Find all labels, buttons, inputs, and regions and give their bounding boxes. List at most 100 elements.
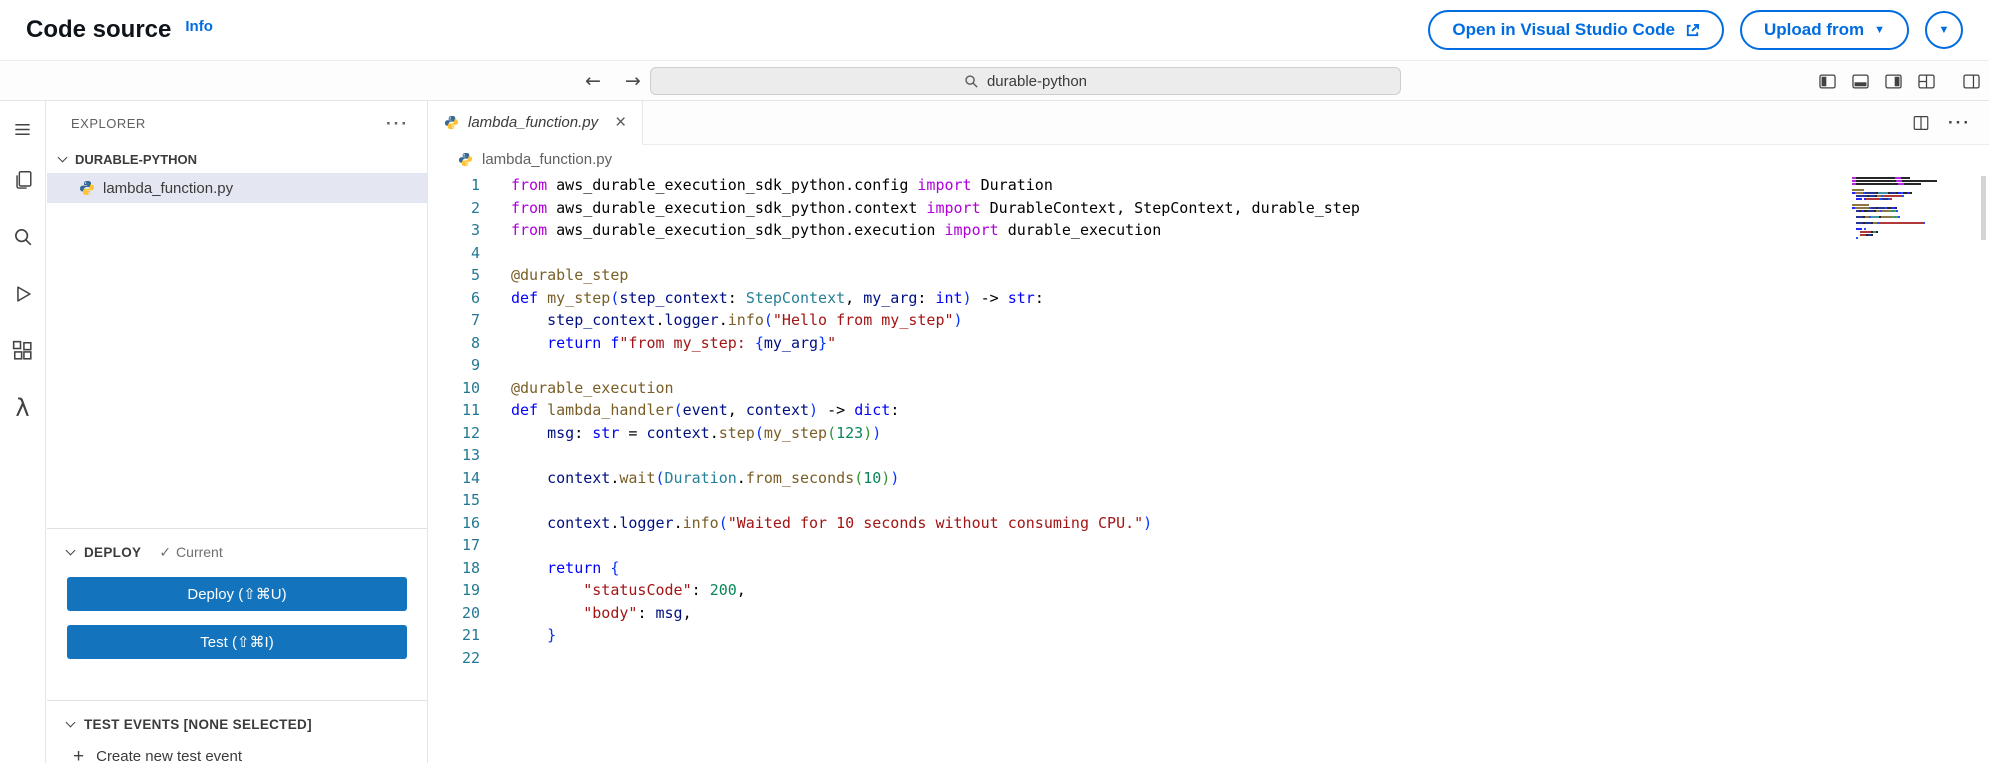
create-test-event-label: Create new test event bbox=[96, 748, 243, 765]
python-file-icon bbox=[458, 152, 473, 167]
test-events-label: TEST EVENTS [NONE SELECTED] bbox=[84, 716, 312, 732]
tab-lambda-function-py[interactable]: lambda_function.py × bbox=[428, 101, 644, 145]
run-debug-icon[interactable] bbox=[0, 265, 46, 322]
line-number: 7 bbox=[470, 311, 480, 329]
code-line[interactable]: 2 from aws_durable_execution_sdk_python.c… bbox=[428, 197, 1869, 220]
explorer-header: EXPLORER ··· bbox=[47, 101, 427, 145]
line-number: 11 bbox=[461, 401, 480, 419]
customize-layout-icon[interactable] bbox=[1917, 72, 1936, 91]
code-line[interactable]: 7 step_context.logger.info("Hello from m… bbox=[428, 309, 1869, 332]
forward-arrow-icon[interactable]: → bbox=[625, 70, 641, 92]
test-button[interactable]: Test (⇧⌘I) bbox=[67, 625, 407, 659]
code-line[interactable]: 10 @durable_execution bbox=[428, 377, 1869, 400]
chevron-down-icon bbox=[57, 152, 68, 162]
line-number: 18 bbox=[461, 558, 480, 577]
info-link[interactable]: Info bbox=[185, 18, 213, 35]
code-line[interactable]: 11 def lambda_handler(event, context) -> … bbox=[428, 399, 1869, 422]
code-line[interactable]: 9 bbox=[428, 354, 1869, 377]
tab-title: lambda_function.py bbox=[468, 114, 599, 131]
code-line[interactable]: 20 "body": msg, bbox=[428, 602, 1869, 625]
explorer-icon[interactable] bbox=[0, 151, 46, 208]
search-icon bbox=[964, 74, 979, 89]
line-number: 15 bbox=[461, 491, 480, 509]
search-icon[interactable] bbox=[0, 208, 46, 265]
line-number: 10 bbox=[461, 378, 480, 397]
workbench: λ EXPLORER ··· DURABLE-PYTHON lambda_fun… bbox=[0, 100, 1989, 766]
activity-bar: λ bbox=[0, 101, 46, 763]
line-number: 3 bbox=[470, 221, 480, 239]
extensions-icon[interactable] bbox=[0, 322, 46, 379]
toggle-panel-icon[interactable] bbox=[1851, 72, 1870, 91]
close-icon[interactable]: × bbox=[615, 113, 626, 132]
code-line[interactable]: 16 context.logger.info("Waited for 10 se… bbox=[428, 512, 1869, 535]
search-value: durable-python bbox=[986, 72, 1088, 90]
open-in-vscode-button[interactable]: Open in Visual Studio Code bbox=[1428, 10, 1724, 50]
file-lambda-function-py[interactable]: lambda_function.py bbox=[47, 173, 427, 203]
layout-controls bbox=[1818, 61, 1981, 101]
code-line[interactable]: 21 } bbox=[428, 624, 1869, 647]
code-line[interactable]: 5 @durable_step bbox=[428, 264, 1869, 287]
python-file-icon bbox=[79, 180, 95, 196]
code-line[interactable]: 3 from aws_durable_execution_sdk_python.e… bbox=[428, 219, 1869, 242]
more-actions-button[interactable]: ▼ bbox=[1925, 11, 1963, 49]
deploy-button[interactable]: Deploy (⇧⌘U) bbox=[67, 577, 407, 611]
minimap[interactable] bbox=[1852, 177, 1937, 243]
test-events-section: TEST EVENTS [NONE SELECTED] + Create new… bbox=[47, 700, 427, 766]
toggle-primary-sidebar-icon[interactable] bbox=[1818, 72, 1837, 91]
code-line[interactable]: 6 def my_step(step_context: StepContext, … bbox=[428, 287, 1869, 310]
upload-from-label: Upload from bbox=[1764, 20, 1865, 39]
editor-more-button[interactable]: ··· bbox=[1948, 113, 1971, 133]
deploy-section: DEPLOY ✓ Current Deploy (⇧⌘U) Test (⇧⌘I) bbox=[47, 528, 427, 659]
code-line[interactable]: 13 bbox=[428, 444, 1869, 467]
code-lines: 1 from aws_durable_execution_sdk_python.c… bbox=[428, 174, 1869, 669]
line-number: 14 bbox=[461, 468, 480, 487]
code-line[interactable]: 14 context.wait(Duration.from_seconds(10… bbox=[428, 467, 1869, 490]
line-number: 19 bbox=[461, 581, 480, 599]
external-link-icon bbox=[1685, 23, 1700, 38]
lambda-code-source-page: Code source Info Open in Visual Studio C… bbox=[0, 0, 1989, 766]
line-number: 16 bbox=[461, 513, 480, 532]
explorer-title: EXPLORER bbox=[71, 115, 146, 131]
create-test-event-button[interactable]: + Create new test event bbox=[67, 747, 407, 766]
deploy-section-header[interactable]: DEPLOY ✓ Current bbox=[65, 541, 407, 563]
code-line[interactable]: 17 bbox=[428, 534, 1869, 557]
deploy-status: ✓ Current bbox=[159, 543, 223, 561]
python-file-icon bbox=[444, 115, 459, 130]
code-editor: 1 from aws_durable_execution_sdk_python.c… bbox=[428, 174, 1989, 763]
open-in-vscode-label: Open in Visual Studio Code bbox=[1452, 20, 1675, 39]
scrollbar-thumb[interactable] bbox=[1981, 176, 1986, 240]
plus-icon: + bbox=[73, 746, 85, 767]
code-line[interactable]: 22 bbox=[428, 647, 1869, 670]
code-line[interactable]: 4 bbox=[428, 242, 1869, 265]
split-editor-icon[interactable] bbox=[1912, 114, 1930, 132]
chevron-down-icon bbox=[65, 545, 76, 555]
line-number: 8 bbox=[470, 333, 480, 352]
explorer-sidebar: EXPLORER ··· DURABLE-PYTHON lambda_funct… bbox=[47, 101, 428, 766]
command-center-search[interactable]: durable-python bbox=[650, 67, 1401, 95]
breadcrumb-item: lambda_function.py bbox=[482, 151, 613, 168]
code-line[interactable]: 15 bbox=[428, 489, 1869, 512]
back-arrow-icon[interactable]: ← bbox=[585, 70, 601, 92]
line-number: 6 bbox=[470, 288, 480, 307]
line-number: 2 bbox=[470, 198, 480, 217]
line-number: 17 bbox=[461, 536, 480, 554]
explorer-more-button[interactable]: ··· bbox=[386, 115, 409, 132]
header-actions: Open in Visual Studio Code Upload from ▼… bbox=[1428, 10, 1963, 50]
code-line[interactable]: 8 return f"from my_step: {my_arg}" bbox=[428, 332, 1869, 355]
breadcrumb[interactable]: lambda_function.py bbox=[428, 145, 1989, 174]
chevron-down-icon bbox=[65, 717, 76, 727]
code-line[interactable]: 18 return { bbox=[428, 557, 1869, 580]
line-number: 13 bbox=[461, 446, 480, 464]
folder-name: DURABLE-PYTHON bbox=[75, 151, 198, 167]
folder-durable-python[interactable]: DURABLE-PYTHON bbox=[47, 145, 427, 173]
code-line[interactable]: 12 msg: str = context.step(my_step(123)) bbox=[428, 422, 1869, 445]
code-line[interactable]: 1 from aws_durable_execution_sdk_python.c… bbox=[428, 174, 1869, 197]
code-line[interactable]: 19 "statusCode": 200, bbox=[428, 579, 1869, 602]
editor-layout-icon[interactable] bbox=[1962, 72, 1981, 91]
line-number: 9 bbox=[470, 356, 480, 374]
upload-from-button[interactable]: Upload from ▼ bbox=[1740, 10, 1909, 50]
menu-icon[interactable] bbox=[0, 107, 46, 151]
lambda-icon[interactable]: λ bbox=[0, 379, 46, 436]
test-events-header[interactable]: TEST EVENTS [NONE SELECTED] bbox=[65, 713, 407, 735]
toggle-secondary-sidebar-icon[interactable] bbox=[1884, 72, 1903, 91]
